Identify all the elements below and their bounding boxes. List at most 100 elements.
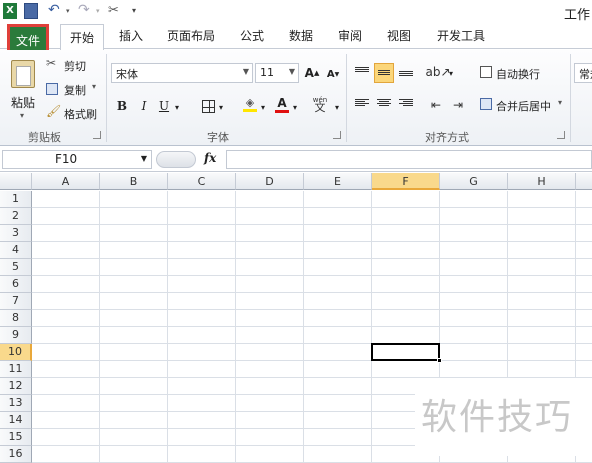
font-size-select[interactable]: 11 ▼ xyxy=(255,63,299,83)
table-cell[interactable] xyxy=(304,259,372,276)
row-header[interactable]: 14 xyxy=(0,412,32,429)
table-cell[interactable] xyxy=(440,327,508,344)
table-cell[interactable] xyxy=(304,327,372,344)
table-cell[interactable] xyxy=(236,259,304,276)
table-cell[interactable] xyxy=(508,327,576,344)
tab-review[interactable]: 审阅 xyxy=(338,27,362,44)
align-right-icon[interactable] xyxy=(396,95,416,115)
tab-data[interactable]: 数据 xyxy=(289,27,313,44)
table-cell[interactable] xyxy=(576,310,592,327)
table-cell[interactable] xyxy=(100,429,168,446)
table-cell[interactable] xyxy=(372,259,440,276)
row-header[interactable]: 9 xyxy=(0,327,32,344)
table-cell[interactable] xyxy=(372,225,440,242)
table-cell[interactable] xyxy=(440,276,508,293)
table-cell[interactable] xyxy=(440,208,508,225)
merge-center-button[interactable]: 合并后居中 ▾ xyxy=(478,95,566,115)
row-header[interactable]: 1 xyxy=(0,191,32,208)
table-cell[interactable] xyxy=(168,276,236,293)
table-cell[interactable] xyxy=(236,412,304,429)
fill-color-icon[interactable]: ◈ xyxy=(240,94,260,114)
formula-input[interactable] xyxy=(226,150,592,169)
borders-icon[interactable] xyxy=(198,96,218,116)
table-cell[interactable] xyxy=(100,242,168,259)
row-header[interactable]: 12 xyxy=(0,378,32,395)
wrap-text-button[interactable]: 自动换行 xyxy=(478,63,548,83)
column-header[interactable]: B xyxy=(100,173,168,190)
table-cell[interactable] xyxy=(304,429,372,446)
insert-function-button[interactable]: fx xyxy=(204,151,216,165)
row-header[interactable]: 8 xyxy=(0,310,32,327)
table-cell[interactable] xyxy=(168,395,236,412)
table-cell[interactable] xyxy=(372,191,440,208)
table-cell[interactable] xyxy=(508,208,576,225)
table-cell[interactable] xyxy=(32,395,100,412)
font-name-select[interactable]: 宋体 ▼ xyxy=(111,63,253,83)
table-cell[interactable] xyxy=(508,361,576,378)
shrink-font-button[interactable]: A ▼ xyxy=(323,64,343,84)
align-top-icon[interactable] xyxy=(352,62,372,82)
table-cell[interactable] xyxy=(168,429,236,446)
table-cell[interactable] xyxy=(100,446,168,463)
table-cell[interactable] xyxy=(100,344,168,361)
table-cell[interactable] xyxy=(32,208,100,225)
table-cell[interactable] xyxy=(576,259,592,276)
table-cell[interactable] xyxy=(304,191,372,208)
customize-icon[interactable]: ✂ xyxy=(108,3,124,19)
row-header[interactable]: 15 xyxy=(0,429,32,446)
table-cell[interactable] xyxy=(168,378,236,395)
column-header[interactable]: C xyxy=(168,173,236,190)
table-cell[interactable] xyxy=(32,429,100,446)
column-header[interactable]: D xyxy=(236,173,304,190)
table-cell[interactable] xyxy=(168,293,236,310)
table-cell[interactable] xyxy=(32,225,100,242)
table-cell[interactable] xyxy=(100,276,168,293)
tab-home[interactable]: 开始 xyxy=(60,24,104,50)
table-cell[interactable] xyxy=(304,344,372,361)
table-cell[interactable] xyxy=(372,276,440,293)
row-header[interactable]: 7 xyxy=(0,293,32,310)
grow-font-button[interactable]: A ▲ xyxy=(302,63,322,83)
table-cell[interactable] xyxy=(576,327,592,344)
italic-button[interactable]: I xyxy=(134,96,154,116)
chevron-down-icon[interactable]: ▾ xyxy=(216,97,226,117)
table-cell[interactable] xyxy=(32,344,100,361)
table-cell[interactable] xyxy=(372,293,440,310)
table-cell[interactable] xyxy=(440,361,508,378)
underline-button[interactable]: U xyxy=(154,96,174,116)
table-cell[interactable] xyxy=(100,310,168,327)
paste-button[interactable]: 粘贴 ▾ xyxy=(6,54,40,120)
alignment-launcher-icon[interactable] xyxy=(557,131,565,139)
table-cell[interactable] xyxy=(236,276,304,293)
table-cell[interactable] xyxy=(32,276,100,293)
table-cell[interactable] xyxy=(576,225,592,242)
table-cell[interactable] xyxy=(168,259,236,276)
chevron-down-icon[interactable]: ▾ xyxy=(172,97,182,117)
table-cell[interactable] xyxy=(576,191,592,208)
table-cell[interactable] xyxy=(372,327,440,344)
table-cell[interactable] xyxy=(236,208,304,225)
tab-page-layout[interactable]: 页面布局 xyxy=(167,27,215,44)
row-header[interactable]: 10 xyxy=(0,344,32,361)
table-cell[interactable] xyxy=(304,395,372,412)
table-cell[interactable] xyxy=(304,293,372,310)
chevron-down-icon[interactable]: ▾ xyxy=(290,97,300,117)
phonetic-icon[interactable]: wén 文 xyxy=(310,94,330,114)
table-cell[interactable] xyxy=(372,242,440,259)
table-cell[interactable] xyxy=(304,276,372,293)
table-cell[interactable] xyxy=(32,378,100,395)
table-cell[interactable] xyxy=(100,208,168,225)
table-cell[interactable] xyxy=(440,225,508,242)
font-launcher-icon[interactable] xyxy=(333,131,341,139)
table-cell[interactable] xyxy=(100,191,168,208)
table-cell[interactable] xyxy=(372,310,440,327)
table-cell[interactable] xyxy=(168,310,236,327)
table-cell[interactable] xyxy=(236,293,304,310)
table-cell[interactable] xyxy=(508,225,576,242)
table-cell[interactable] xyxy=(168,225,236,242)
table-cell[interactable] xyxy=(508,293,576,310)
table-cell[interactable] xyxy=(168,412,236,429)
table-cell[interactable] xyxy=(100,259,168,276)
table-cell[interactable] xyxy=(32,446,100,463)
table-cell[interactable] xyxy=(304,225,372,242)
